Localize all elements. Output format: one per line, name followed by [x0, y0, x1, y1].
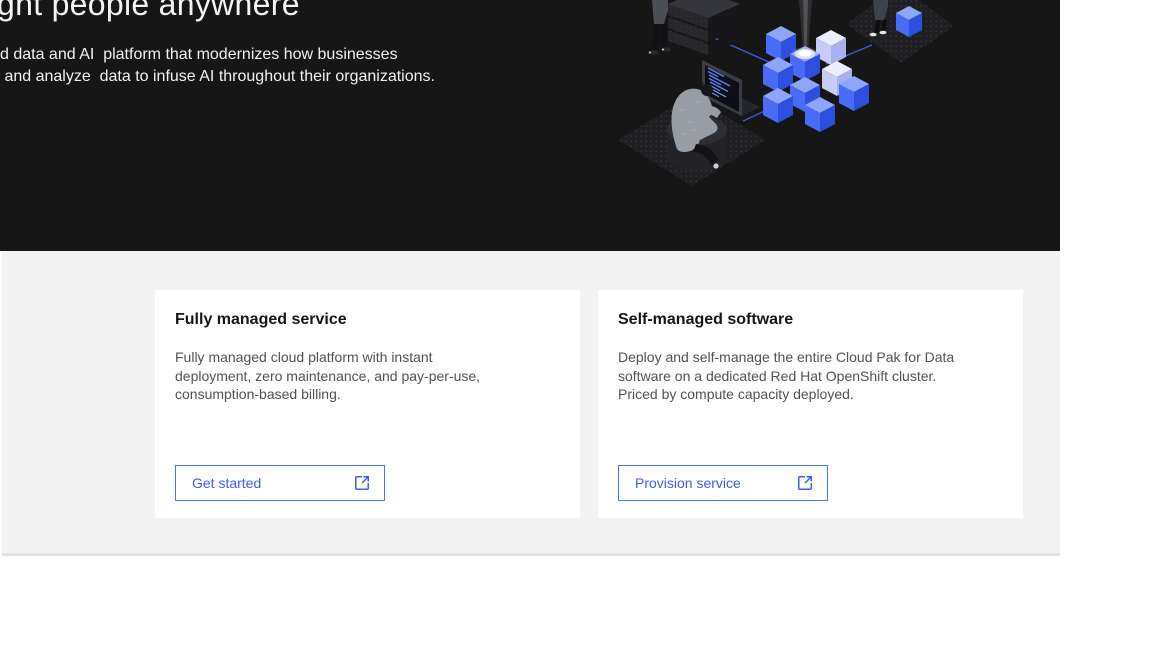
card-description-line: software on a dedicated Red Hat OpenShif…: [618, 367, 954, 386]
fully-managed-card: Fully managed service Fully managed clou…: [155, 290, 580, 518]
card-description: Deploy and self-manage the entire Cloud …: [618, 348, 954, 404]
provisioning-options-panel: Fully managed service Fully managed clou…: [2, 251, 1060, 556]
card-description-line: consumption-based billing.: [175, 385, 480, 404]
hero-heading: ght people anywhere: [0, 0, 300, 19]
hero-description-line-2: and analyze data to infuse AI throughout…: [0, 66, 435, 88]
hero-section: ght people anywhere d data and AI platfo…: [0, 0, 1060, 251]
card-description-line: Priced by compute capacity deployed.: [618, 385, 954, 404]
page: ght people anywhere d data and AI platfo…: [0, 0, 1152, 648]
launch-icon: [354, 475, 370, 491]
card-title: Self-managed software: [618, 310, 793, 330]
hero-illustration: [610, 0, 1060, 200]
button-label: Get started: [192, 475, 261, 491]
cube-cluster-icon: [763, 26, 869, 132]
self-managed-card: Self-managed software Deploy and self-ma…: [598, 290, 1023, 518]
card-title: Fully managed service: [175, 310, 347, 330]
card-description-line: deployment, zero maintenance, and pay-pe…: [175, 367, 480, 386]
get-started-button[interactable]: Get started: [175, 465, 385, 501]
card-description-line: Fully managed cloud platform with instan…: [175, 348, 480, 367]
button-label: Provision service: [635, 475, 741, 491]
standing-person-icon: [648, 0, 671, 55]
launch-icon: [797, 475, 813, 491]
server-stack-icon: [668, 0, 740, 55]
hero-description-line-1: d data and AI platform that modernizes h…: [0, 44, 398, 66]
provision-service-button[interactable]: Provision service: [618, 465, 828, 501]
card-description: Fully managed cloud platform with instan…: [175, 348, 480, 404]
card-description-line: Deploy and self-manage the entire Cloud …: [618, 348, 954, 367]
satellite-dish-icon: [793, 47, 817, 59]
